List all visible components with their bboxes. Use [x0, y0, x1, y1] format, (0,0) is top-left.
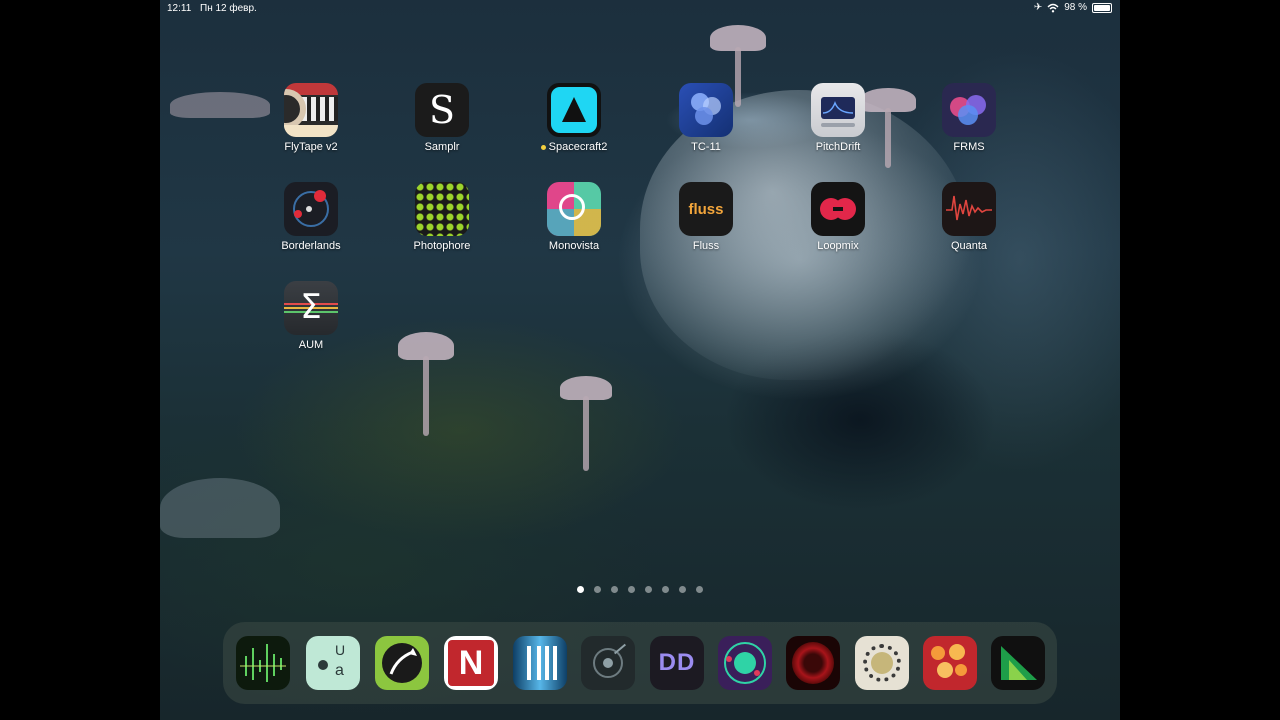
- page-dot[interactable]: [662, 586, 669, 593]
- app-label: TC-11: [691, 141, 721, 153]
- rm-app-icon[interactable]: [513, 636, 567, 690]
- app-label: Quanta: [950, 240, 988, 252]
- app-label: Photophore: [413, 240, 471, 252]
- page-dot[interactable]: [594, 586, 601, 593]
- app-tc11[interactable]: TC-11: [661, 83, 751, 153]
- page-dot[interactable]: [628, 586, 635, 593]
- borderlands-icon: [284, 182, 338, 236]
- red-dots-app-icon[interactable]: [923, 636, 977, 690]
- app-loopmix[interactable]: Loopmix: [793, 182, 883, 252]
- app-label: Samplr: [424, 141, 460, 153]
- battery-percent: 98 %: [1064, 2, 1087, 13]
- monovista-icon: [547, 182, 601, 236]
- app-monovista[interactable]: Monovista: [529, 182, 619, 252]
- orbit-app-icon[interactable]: [718, 636, 772, 690]
- fluss-icon: fluss: [679, 182, 733, 236]
- app-label: Spacecraft2: [540, 141, 607, 153]
- aum-icon: Σ: [284, 281, 338, 335]
- page-dot[interactable]: [645, 586, 652, 593]
- samplr-glyph: S: [428, 88, 456, 132]
- app-label: Monovista: [548, 240, 600, 252]
- app-pitchdrift[interactable]: PitchDrift: [793, 83, 883, 153]
- app-photophore[interactable]: Photophore: [397, 182, 487, 252]
- page-dot[interactable]: [679, 586, 686, 593]
- photophore-icon: [415, 182, 469, 236]
- page-dot[interactable]: [696, 586, 703, 593]
- new-install-dot: [540, 144, 546, 150]
- dd-app-icon[interactable]: DD: [650, 636, 704, 690]
- green-triangle-app-icon[interactable]: [991, 636, 1045, 690]
- status-date: Пн 12 февр.: [200, 3, 257, 14]
- spacecraft-icon: [547, 83, 601, 137]
- page-indicator[interactable]: [577, 586, 703, 593]
- dock: U a N DD: [223, 622, 1057, 704]
- dd-glyph: DD: [658, 649, 696, 676]
- red-circle-app-icon[interactable]: [786, 636, 840, 690]
- arrow-swirl-app-icon[interactable]: [375, 636, 429, 690]
- app-label: Borderlands: [281, 240, 341, 252]
- waveform-app-icon[interactable]: [236, 636, 290, 690]
- fluss-wordmark: fluss: [688, 200, 724, 218]
- quanta-icon: [942, 182, 996, 236]
- app-quanta[interactable]: Quanta: [924, 182, 1014, 252]
- status-right: ✈ 98 %: [1034, 2, 1112, 13]
- app-samplr[interactable]: S Samplr: [397, 83, 487, 153]
- home-screen: 12:11 Пн 12 февр. ✈ 98 % FlyTape v2 S Sa…: [160, 0, 1120, 720]
- status-time: 12:11: [167, 3, 192, 14]
- app-label: Loopmix: [817, 240, 859, 252]
- app-aum[interactable]: Σ AUM: [266, 281, 356, 351]
- pitchdrift-icon: [811, 83, 865, 137]
- samplr-icon: S: [415, 83, 469, 137]
- dial-app-icon[interactable]: [581, 636, 635, 690]
- n-glyph: N: [458, 643, 484, 682]
- app-flytape[interactable]: FlyTape v2: [266, 83, 356, 153]
- flytape-icon: [284, 83, 338, 137]
- app-label: AUM: [298, 339, 324, 351]
- tc11-icon: [679, 83, 733, 137]
- airplane-icon: ✈: [1033, 2, 1043, 13]
- app-fluss[interactable]: fluss Fluss: [661, 182, 751, 252]
- ua-a-glyph: a: [335, 662, 344, 679]
- app-frms[interactable]: FRMS: [924, 83, 1014, 153]
- app-spacecraft2[interactable]: Spacecraft2: [529, 83, 619, 153]
- battery-icon: [1092, 2, 1112, 13]
- app-label: FRMS: [953, 141, 985, 153]
- page-dot[interactable]: [611, 586, 618, 593]
- app-label: FlyTape v2: [284, 141, 338, 153]
- frms-icon: [942, 83, 996, 137]
- loopmix-icon: [811, 182, 865, 236]
- wifi-icon: [1047, 3, 1059, 12]
- app-borderlands[interactable]: Borderlands: [266, 182, 356, 252]
- ua-u-glyph: U: [335, 642, 346, 658]
- page-dot[interactable]: [577, 586, 584, 593]
- app-label: Fluss: [692, 240, 720, 252]
- n-app-icon[interactable]: N: [444, 636, 498, 690]
- app-label: PitchDrift: [815, 141, 861, 153]
- status-bar: 12:11 Пн 12 февр. ✈ 98 %: [160, 0, 1120, 18]
- aum-glyph: Σ: [300, 287, 322, 327]
- ua-app-icon[interactable]: U a: [306, 636, 360, 690]
- gear-saw-app-icon[interactable]: [855, 636, 909, 690]
